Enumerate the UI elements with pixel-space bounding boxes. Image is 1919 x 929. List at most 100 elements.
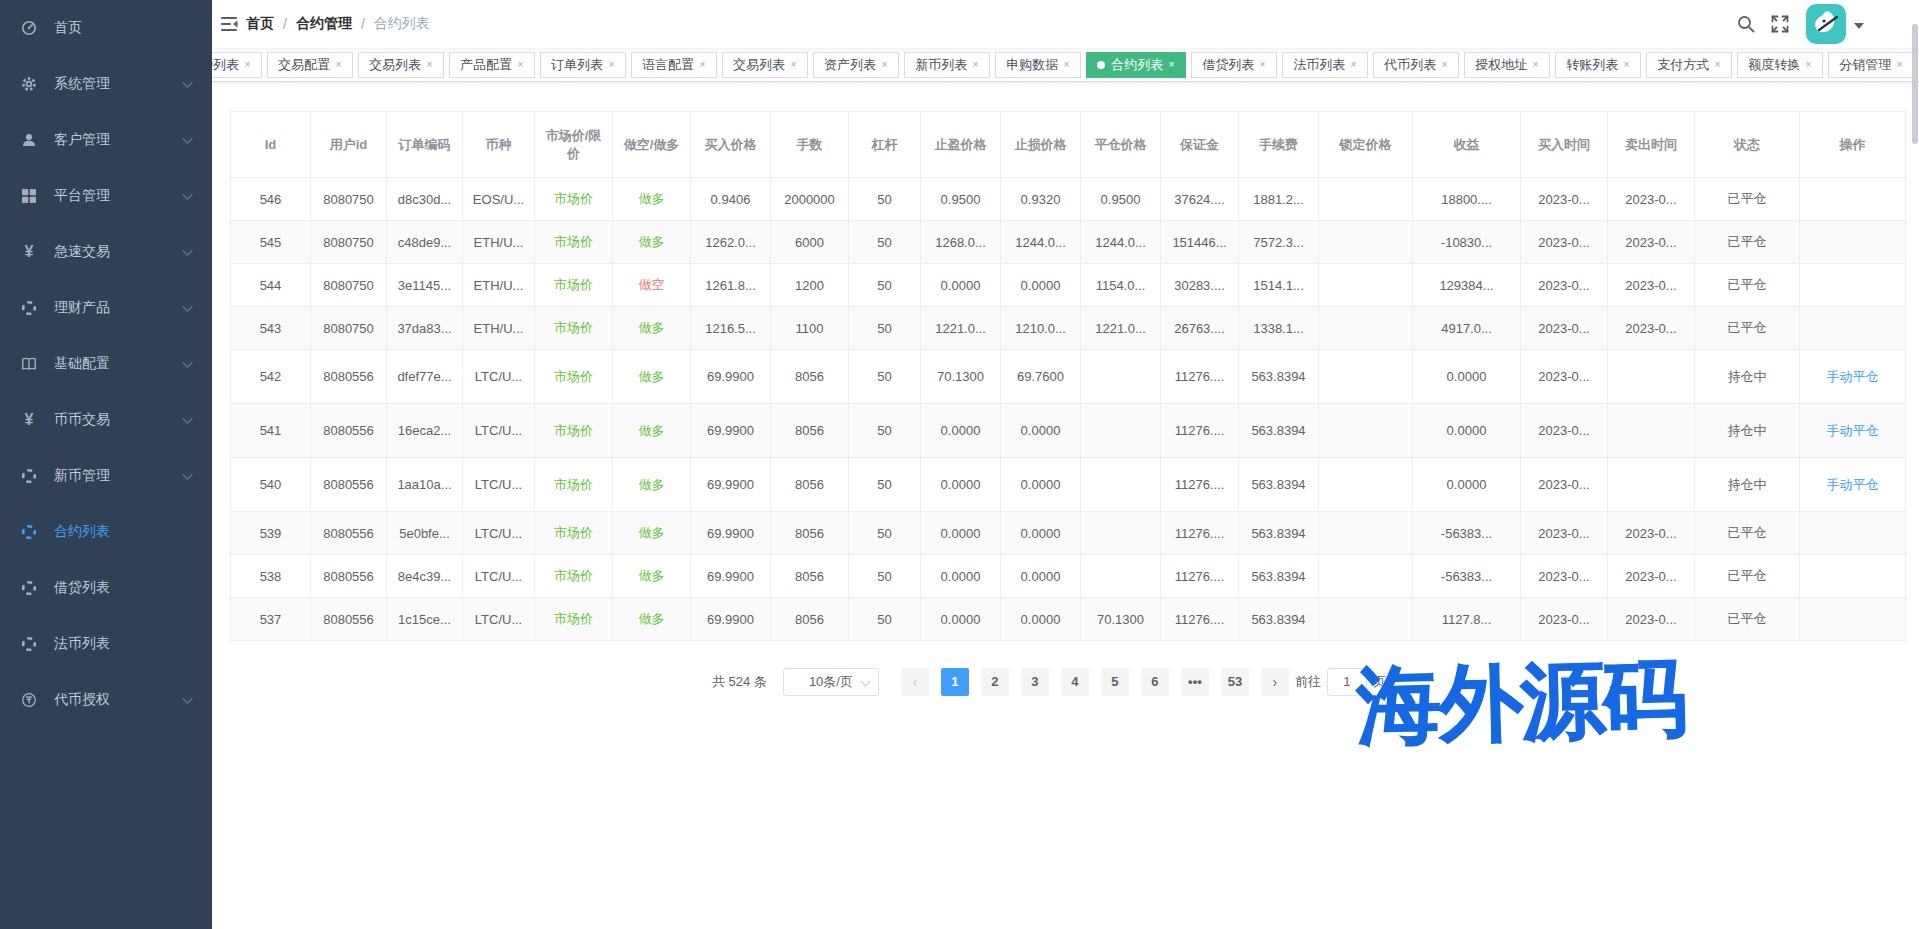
sidebar-item-label: 系统管理 (54, 75, 183, 93)
close-icon[interactable]: × (518, 55, 524, 75)
cell: 50 (849, 512, 921, 555)
book-icon (20, 355, 38, 373)
cell: 2023-0... (1521, 555, 1608, 598)
tab-法币列表-12[interactable]: 法币列表× (1282, 52, 1368, 78)
cell: 18800.... (1413, 178, 1521, 221)
manual-close-link[interactable]: 手动平仓 (1827, 369, 1879, 384)
page-button-6[interactable]: 6 (1141, 668, 1169, 696)
sidebar-item-7[interactable]: ¥币币交易 (0, 392, 212, 448)
close-icon[interactable]: × (1715, 55, 1721, 75)
tab-分销管理-18[interactable]: 分销管理 × (1828, 52, 1914, 78)
scrollbar-thumb[interactable] (1912, 24, 1918, 144)
prev-page-button[interactable]: ‹ (901, 668, 929, 696)
close-icon[interactable]: × (427, 55, 433, 75)
page-button-1[interactable]: 1 (941, 668, 969, 696)
close-icon[interactable]: × (245, 55, 251, 75)
table-row-539: 53980805565e0bfe...LTC/U...市场价做多69.99008… (231, 512, 1906, 555)
close-icon[interactable]: × (973, 55, 979, 75)
close-icon[interactable]: × (882, 55, 888, 75)
close-icon[interactable]: × (700, 55, 706, 75)
manual-close-link[interactable]: 手动平仓 (1827, 477, 1879, 492)
sidebar-item-5[interactable]: 理财产品 (0, 280, 212, 336)
avatar[interactable] (1806, 4, 1846, 44)
page-button-4[interactable]: 4 (1061, 668, 1089, 696)
close-icon[interactable]: × (1442, 55, 1448, 75)
cell: 手动平仓 (1800, 458, 1906, 512)
sidebar-item-4[interactable]: ¥急速交易 (0, 224, 212, 280)
breadcrumb-item-1[interactable]: 合约管理 (296, 15, 352, 33)
column-header-4: 市场价/限价 (535, 112, 613, 178)
close-icon[interactable]: × (1897, 55, 1903, 75)
page-button-53[interactable]: 53 (1221, 668, 1249, 696)
close-icon[interactable]: × (609, 55, 615, 75)
sidebar-item-10[interactable]: 借贷列表 (0, 560, 212, 616)
page-button-2[interactable]: 2 (981, 668, 1009, 696)
sidebar-item-9[interactable]: 合约列表 (0, 504, 212, 560)
tab-额度转换-17[interactable]: 额度转换× (1737, 52, 1823, 78)
jump-label: 前往 (1295, 673, 1321, 691)
cell: 8080556 (311, 512, 387, 555)
tab-转账列表-15[interactable]: 转账列表× (1555, 52, 1641, 78)
close-icon[interactable]: × (1806, 55, 1812, 75)
table-row-545: 5458080750c48de9...ETH/U...市场价做多1262.0..… (231, 221, 1906, 264)
sidebar-item-8[interactable]: 新币管理 (0, 448, 212, 504)
next-page-button[interactable]: › (1261, 668, 1289, 696)
search-icon[interactable] (1736, 14, 1756, 34)
close-icon[interactable]: × (1533, 55, 1539, 75)
close-icon[interactable]: × (1624, 55, 1630, 75)
page-button-5[interactable]: 5 (1101, 668, 1129, 696)
tab-交易列表-6[interactable]: 交易列表× (722, 52, 808, 78)
tab-币种列表-0[interactable]: 币种列表× (212, 52, 262, 78)
close-icon[interactable]: × (336, 55, 342, 75)
close-icon[interactable]: × (1064, 55, 1070, 75)
column-header-17: 卖出时间 (1608, 112, 1695, 178)
tab-资产列表-7[interactable]: 资产列表× (813, 52, 899, 78)
tab-label: 语言配置 (642, 53, 694, 77)
cell: 50 (849, 221, 921, 264)
manual-close-link[interactable]: 手动平仓 (1827, 423, 1879, 438)
sidebar-item-12[interactable]: 代币授权 (0, 672, 212, 728)
hamburger-icon[interactable] (220, 14, 240, 34)
cell: 已平仓 (1695, 221, 1800, 264)
tab-申购数据-9[interactable]: 申购数据× (995, 52, 1081, 78)
tab-代币列表-13[interactable]: 代币列表× (1373, 52, 1459, 78)
close-icon[interactable]: × (1169, 55, 1175, 75)
tab-label: 分销管理 (1839, 53, 1891, 77)
column-header-14: 锁定价格 (1319, 112, 1413, 178)
tab-交易配置-1[interactable]: 交易配置× (267, 52, 353, 78)
page-size-select[interactable]: 10条/页 (783, 668, 879, 696)
tab-借贷列表-11[interactable]: 借贷列表× (1191, 52, 1277, 78)
page-size-value: 10条/页 (809, 673, 853, 691)
sidebar-item-2[interactable]: 客户管理 (0, 112, 212, 168)
tab-交易列表-2[interactable]: 交易列表× (358, 52, 444, 78)
table-row-541: 541808055616eca2...LTC/U...市场价做多69.99008… (231, 404, 1906, 458)
cell: 30283.... (1161, 264, 1239, 307)
sidebar-item-3[interactable]: 平台管理 (0, 168, 212, 224)
tab-合约列表-10[interactable]: 合约列表× (1086, 52, 1186, 78)
close-icon[interactable]: × (1260, 55, 1266, 75)
tab-支付方式-16[interactable]: 支付方式× (1646, 52, 1732, 78)
close-icon[interactable]: × (791, 55, 797, 75)
sidebar-item-6[interactable]: 基础配置 (0, 336, 212, 392)
tab-产品配置-3[interactable]: 产品配置× (449, 52, 535, 78)
close-icon[interactable]: × (1351, 55, 1357, 75)
caret-down-icon[interactable] (1854, 23, 1864, 29)
page-button-•••[interactable]: ••• (1181, 668, 1209, 696)
sidebar-item-0[interactable]: 首页 (0, 0, 212, 56)
tab-授权地址-14[interactable]: 授权地址× (1464, 52, 1550, 78)
tab-语言配置-5[interactable]: 语言配置 × (631, 52, 717, 78)
sidebar-item-11[interactable]: 法币列表 (0, 616, 212, 672)
page-button-3[interactable]: 3 (1021, 668, 1049, 696)
sidebar-item-label: 新币管理 (54, 467, 183, 485)
tab-新币列表-8[interactable]: 新币列表× (904, 52, 990, 78)
fullscreen-icon[interactable] (1770, 14, 1790, 34)
tab-订单列表-4[interactable]: 订单列表× (540, 52, 626, 78)
chevron-down-icon (182, 245, 192, 255)
sidebar-item-1[interactable]: 系统管理 (0, 56, 212, 112)
cell: 1aa10a... (387, 458, 463, 512)
cell: 540 (231, 458, 311, 512)
cell: 538 (231, 555, 311, 598)
column-header-16: 买入时间 (1521, 112, 1608, 178)
component-icon (20, 299, 38, 317)
breadcrumb-item-0[interactable]: 首页 (246, 15, 274, 33)
